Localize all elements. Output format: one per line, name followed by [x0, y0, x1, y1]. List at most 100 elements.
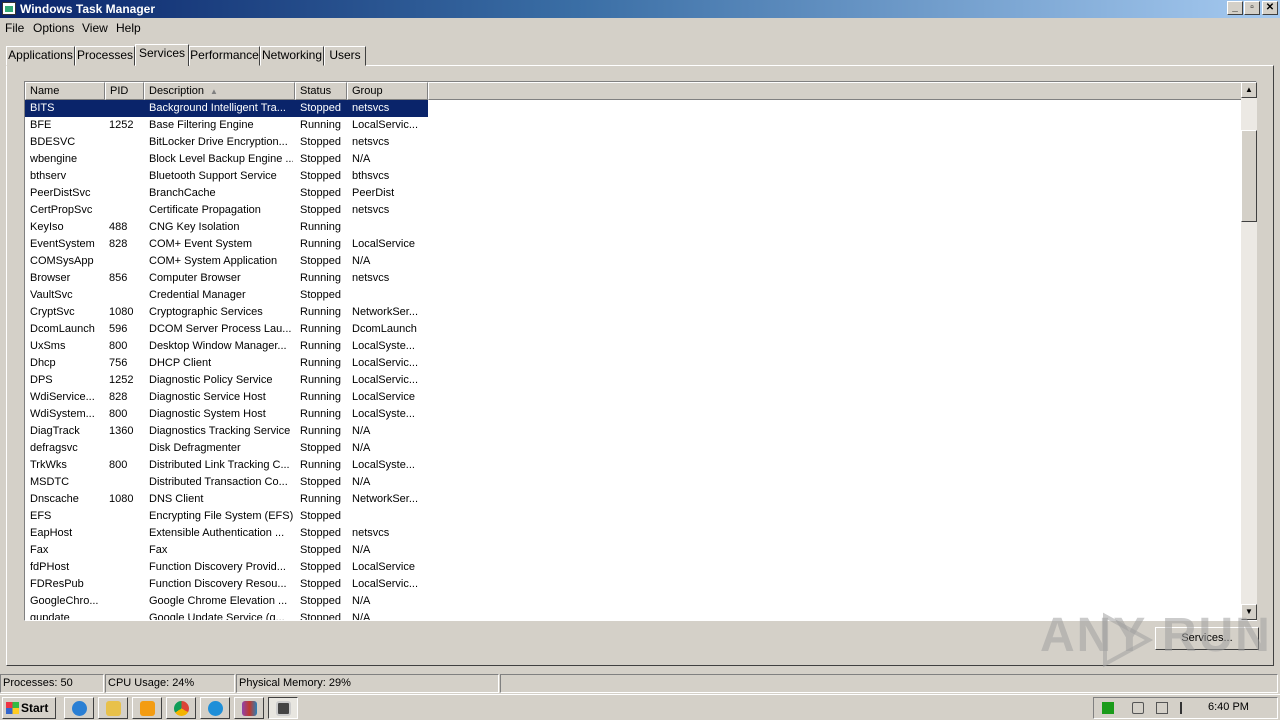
cell-group: netsvcs	[352, 527, 390, 539]
minimize-button[interactable]: _	[1227, 1, 1243, 15]
cell-group: LocalService	[352, 391, 415, 403]
table-row[interactable]: KeyIso 488 CNG Key Isolation Running	[25, 219, 428, 236]
status-empty	[500, 674, 1278, 693]
table-row[interactable]: WdiSystem... 800 Diagnostic System Host Run…	[25, 406, 428, 423]
column-header-pid[interactable]: PID	[105, 82, 144, 100]
clock[interactable]: 6:40 PM	[1208, 701, 1249, 713]
table-row[interactable]: BDESVC BitLocker Drive Encryption... Stopp…	[25, 134, 428, 151]
cell-group: N/A	[352, 425, 371, 437]
column-header-group[interactable]: Group	[347, 82, 428, 100]
cell-group: PeerDist	[352, 187, 395, 199]
network-icon[interactable]	[1156, 702, 1168, 714]
internet-explorer-button[interactable]	[64, 697, 94, 719]
close-button[interactable]: ✕	[1262, 1, 1278, 15]
cell-name: MSDTC	[30, 476, 70, 488]
network-activity-icon[interactable]	[1102, 702, 1114, 714]
services-button[interactable]: Services...	[1155, 627, 1259, 650]
cell-description: Disk Defragmenter	[149, 442, 241, 454]
cell-name: VaultSvc	[30, 289, 73, 301]
table-row[interactable]: VaultSvc Credential Manager Stopped	[25, 287, 428, 304]
start-button[interactable]: Start	[2, 697, 56, 719]
cell-pid: 1252	[109, 374, 134, 386]
table-row[interactable]: Dhcp 756 DHCP Client Running LocalServic...	[25, 355, 428, 372]
table-row[interactable]: CertPropSvc Certificate Propagation Stoppe…	[25, 202, 428, 219]
tab-processes[interactable]: Processes	[75, 46, 135, 66]
table-row[interactable]: fdPHost Function Discovery Provid... Stopp…	[25, 559, 428, 576]
action-center-flag-icon[interactable]	[1180, 702, 1192, 714]
cell-name: KeyIso	[30, 221, 64, 233]
cell-name: WdiSystem...	[30, 408, 95, 420]
scroll-down-button[interactable]: ▼	[1241, 604, 1257, 620]
column-header-description[interactable]: Description ▲	[144, 82, 295, 100]
table-row[interactable]: WdiService... 828 Diagnostic Service Host R…	[25, 389, 428, 406]
table-row[interactable]: PeerDistSvc BranchCache Stopped PeerDist	[25, 185, 428, 202]
table-row[interactable]: GoogleChro... Google Chrome Elevation ...…	[25, 593, 428, 610]
menu-file[interactable]: File	[5, 21, 24, 35]
cell-status: Running	[300, 391, 341, 403]
cell-name: gupdate	[30, 612, 70, 621]
tab-networking[interactable]: Networking	[260, 46, 324, 66]
tab-services[interactable]: Services	[135, 44, 189, 66]
table-row[interactable]: gupdate Google Update Service (g... Stoppe…	[25, 610, 428, 621]
menu-view[interactable]: View	[82, 21, 108, 35]
cell-description: Diagnostics Tracking Service	[149, 425, 291, 437]
column-header-status[interactable]: Status	[295, 82, 347, 100]
scroll-up-button[interactable]: ▲	[1241, 82, 1257, 98]
cell-description: CNG Key Isolation	[149, 221, 240, 233]
maximize-button[interactable]: ▫	[1244, 1, 1260, 15]
table-row[interactable]: FDResPub Function Discovery Resou... Stopp…	[25, 576, 428, 593]
sort-ascending-icon: ▲	[210, 87, 218, 96]
services-list[interactable]: Name PID Description ▲ Status Group BITS B…	[24, 81, 1257, 621]
cell-description: Desktop Window Manager...	[149, 340, 287, 352]
tab-users[interactable]: Users	[324, 46, 366, 66]
table-row[interactable]: defragsvc Disk Defragmenter Stopped N/A	[25, 440, 428, 457]
status-bar: Processes: 50 CPU Usage: 24% Physical Me…	[0, 674, 1280, 693]
cell-status: Running	[300, 119, 341, 131]
table-row[interactable]: Fax Fax Stopped N/A	[25, 542, 428, 559]
cell-description: Certificate Propagation	[149, 204, 261, 216]
table-row[interactable]: UxSms 800 Desktop Window Manager... Running…	[25, 338, 428, 355]
internet-explorer-icon	[72, 701, 87, 716]
chrome-button[interactable]	[166, 697, 196, 719]
table-row[interactable]: CryptSvc 1080 Cryptographic Services Runnin…	[25, 304, 428, 321]
table-row[interactable]: DPS 1252 Diagnostic Policy Service Running L…	[25, 372, 428, 389]
task-manager-taskbar-button[interactable]	[268, 697, 298, 719]
volume-icon[interactable]	[1132, 702, 1144, 714]
cell-name: Dnscache	[30, 493, 79, 505]
cell-pid: 488	[109, 221, 128, 233]
table-row[interactable]: bthserv Bluetooth Support Service Stopped b…	[25, 168, 428, 185]
table-row[interactable]: EventSystem 828 COM+ Event System Running Lo…	[25, 236, 428, 253]
tab-performance[interactable]: Performance	[189, 46, 260, 66]
table-row[interactable]: EapHost Extensible Authentication ... Stop…	[25, 525, 428, 542]
cell-name: BITS	[30, 102, 55, 114]
cell-description: Fax	[149, 544, 168, 556]
file-explorer-button[interactable]	[98, 697, 128, 719]
scroll-thumb[interactable]	[1241, 130, 1257, 222]
vertical-scrollbar[interactable]: ▲ ▼	[1241, 82, 1257, 620]
table-row[interactable]: wbengine Block Level Backup Engine ... Sto…	[25, 151, 428, 168]
table-row[interactable]: BFE 1252 Base Filtering Engine Running Local…	[25, 117, 428, 134]
table-row[interactable]: COMSysApp COM+ System Application Stopped N…	[25, 253, 428, 270]
table-row[interactable]: DcomLaunch 596 DCOM Server Process Lau... R…	[25, 321, 428, 338]
cell-description: Diagnostic Policy Service	[149, 374, 273, 386]
cell-description: DHCP Client	[149, 357, 212, 369]
column-header-name[interactable]: Name	[25, 82, 105, 100]
cell-name: GoogleChro...	[30, 595, 99, 607]
cell-name: bthserv	[30, 170, 67, 182]
table-row[interactable]: EFS Encrypting File System (EFS) Stopped	[25, 508, 428, 525]
winrar-button[interactable]	[234, 697, 264, 719]
tab-applications[interactable]: Applications	[6, 46, 75, 66]
table-row[interactable]: TrkWks 800 Distributed Link Tracking C... R…	[25, 457, 428, 474]
cell-description: Function Discovery Provid...	[149, 561, 286, 573]
menu-help[interactable]: Help	[116, 21, 141, 35]
table-row[interactable]: MSDTC Distributed Transaction Co... Stoppe…	[25, 474, 428, 491]
menu-options[interactable]: Options	[33, 21, 74, 35]
cell-group: N/A	[352, 612, 371, 621]
table-row[interactable]: Dnscache 1080 DNS Client Running NetworkSer.…	[25, 491, 428, 508]
table-row[interactable]: DiagTrack 1360 Diagnostics Tracking Servic…	[25, 423, 428, 440]
media-player-button[interactable]	[132, 697, 162, 719]
table-row[interactable]: Browser 856 Computer Browser Running netsvcs	[25, 270, 428, 287]
edge-button[interactable]	[200, 697, 230, 719]
cell-group: N/A	[352, 255, 371, 267]
table-row[interactable]: BITS Background Intelligent Tra... Stopped…	[25, 100, 428, 117]
